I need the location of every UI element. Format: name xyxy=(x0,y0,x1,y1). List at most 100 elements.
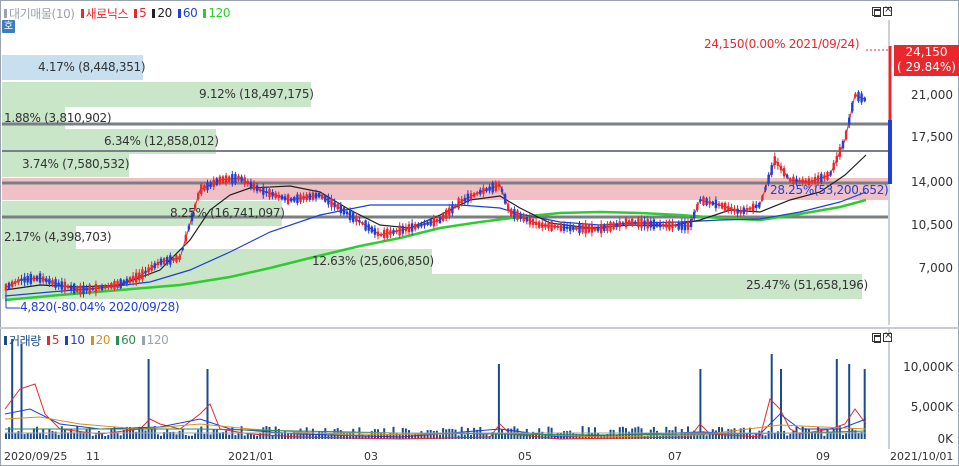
volume-bar xyxy=(26,433,29,439)
candle-body xyxy=(212,179,215,187)
candle-body xyxy=(761,195,764,200)
date-axis-label-jul: 07 xyxy=(668,450,682,463)
candle-body xyxy=(259,188,262,192)
candle-body xyxy=(302,195,305,200)
close-icon[interactable] xyxy=(883,4,892,16)
candle-body xyxy=(48,278,51,284)
candle-body xyxy=(587,224,590,233)
candle-body xyxy=(376,231,380,236)
candle-body xyxy=(339,204,342,214)
candle-body xyxy=(420,223,423,227)
candle-body xyxy=(54,279,57,288)
candle-body xyxy=(249,181,253,188)
candle-body xyxy=(525,217,528,222)
candle-body xyxy=(181,247,184,250)
candle-body xyxy=(550,221,553,231)
candle-body xyxy=(200,184,203,195)
candle-body xyxy=(838,147,842,157)
volume-profile-label-7: 2.17% (4,398,703) xyxy=(4,230,112,244)
price-pane[interactable]: 4.17% (8,448,351) 9.12% (18,497,175) 1.8… xyxy=(0,0,959,327)
candle-body xyxy=(600,224,603,234)
maximize-icon[interactable] xyxy=(872,333,881,343)
volume-profile-label-4: 6.34% (12,858,012) xyxy=(104,134,219,148)
legend-ma120[interactable]: 120 xyxy=(203,6,230,20)
candle-body xyxy=(373,228,377,235)
candle-body xyxy=(383,230,386,239)
candle-body xyxy=(708,200,711,205)
order-badge[interactable]: 호 xyxy=(2,20,15,33)
candle-body xyxy=(166,256,169,265)
candle-body xyxy=(333,202,336,208)
candle-body xyxy=(113,281,116,289)
volume-bar xyxy=(79,431,82,439)
candle-body xyxy=(646,219,649,229)
legend-ma20[interactable]: 20 xyxy=(152,6,172,20)
candle-body xyxy=(178,256,181,261)
volume-bar xyxy=(107,434,110,439)
date-axis-label-sep: 09 xyxy=(816,450,830,463)
legend-vol-ma60[interactable]: 60 xyxy=(116,333,136,347)
legend-vol-ma20[interactable]: 20 xyxy=(90,333,111,347)
volume-bar xyxy=(94,434,97,439)
legend-vol-ma10[interactable]: 10 xyxy=(65,333,85,347)
volume-bar xyxy=(215,428,218,439)
candle-body xyxy=(751,203,755,212)
candle-body xyxy=(317,193,321,198)
candle-body xyxy=(438,217,442,223)
candle-body xyxy=(534,221,538,226)
candle-body xyxy=(624,218,628,228)
candle-body xyxy=(336,204,339,210)
candle-body xyxy=(175,255,178,262)
volume-bar xyxy=(625,428,627,439)
candle-body xyxy=(671,222,674,229)
candle-body xyxy=(863,97,866,102)
volume-bar xyxy=(780,369,782,439)
volume-bar xyxy=(773,433,776,439)
candle-body xyxy=(510,208,513,217)
volume-bar xyxy=(253,435,255,439)
candle-body xyxy=(779,165,783,171)
candle-body xyxy=(457,198,460,209)
candle-body xyxy=(507,204,510,210)
candle-body xyxy=(696,204,699,210)
volume-bar xyxy=(14,433,17,439)
volume-bar xyxy=(91,435,94,439)
volume-bar xyxy=(752,435,755,439)
legend-volume-profile[interactable]: 대기매물(10) xyxy=(4,5,75,22)
volume-bar xyxy=(705,435,708,439)
candle-body xyxy=(286,194,290,205)
legend-volume[interactable]: 거래량 xyxy=(4,332,41,349)
candle-body xyxy=(423,222,426,226)
maximize-icon[interactable] xyxy=(872,7,881,17)
legend-ma60[interactable]: 60 xyxy=(177,6,198,20)
volume-bar xyxy=(42,429,45,439)
volume-profile-label-6: 8.25% (16,741,097) xyxy=(170,206,285,220)
volume-legend: 거래량 5 10 20 60 120 xyxy=(4,332,172,349)
volume-bar xyxy=(826,429,829,439)
legend-stock-name[interactable]: 새로닉스 xyxy=(80,5,129,22)
volume-pane[interactable]: 거래량 5 10 20 60 120 10,000K 5,000K 0K xyxy=(0,329,959,449)
candle-body xyxy=(472,193,476,197)
volume-bar xyxy=(783,430,786,439)
candle-body xyxy=(730,207,733,211)
volume-bar xyxy=(150,428,153,439)
volume-bar xyxy=(609,429,612,439)
candle-body xyxy=(786,174,789,178)
candle-body xyxy=(519,214,522,219)
candle-body xyxy=(538,221,541,228)
candle-body xyxy=(370,226,373,233)
candle-body xyxy=(860,93,863,103)
price-axis-label-21000: 21,000 xyxy=(911,88,953,102)
candle-body xyxy=(231,174,234,184)
candle-body xyxy=(621,222,625,225)
legend-vol-ma120[interactable]: 120 xyxy=(141,333,169,347)
close-icon[interactable] xyxy=(883,330,892,342)
legend-ma5[interactable]: 5 xyxy=(134,6,147,20)
volume-bar xyxy=(243,435,246,439)
candle-body xyxy=(277,194,280,198)
candle-body xyxy=(156,261,160,266)
candle-body xyxy=(398,225,401,236)
candle-body xyxy=(17,279,20,283)
candle-body xyxy=(197,193,200,200)
legend-vol-ma5[interactable]: 5 xyxy=(46,333,60,347)
